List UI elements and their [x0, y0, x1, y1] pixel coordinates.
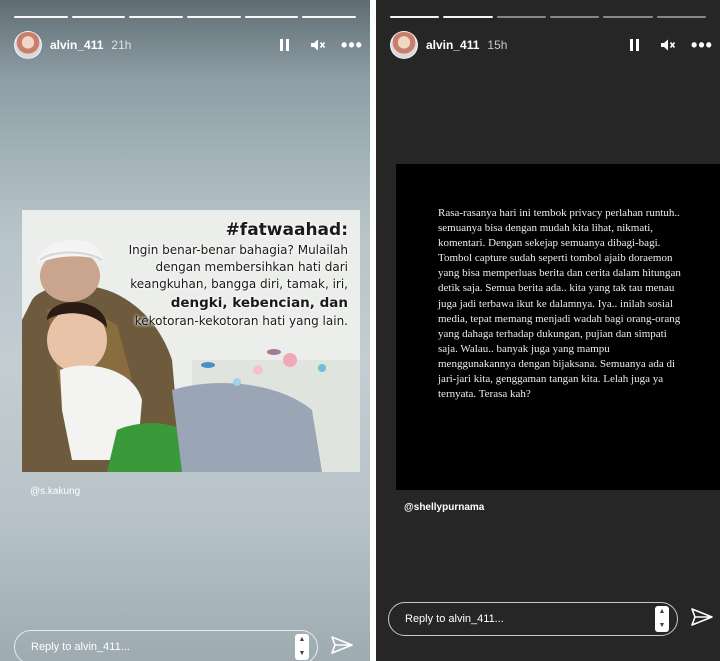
reply-placeholder: Reply to alvin_411...	[405, 613, 504, 625]
story-progress	[14, 16, 357, 18]
more-icon[interactable]: •••	[691, 36, 712, 54]
reply-placeholder: Reply to alvin_411...	[31, 641, 130, 653]
progress-segment	[496, 16, 546, 18]
quote-line: dengki, kebencian, dan	[170, 295, 348, 311]
reply-input[interactable]: Reply to alvin_411... ▲ ▼	[14, 630, 318, 661]
reply-bar: Reply to alvin_411... ▲ ▼	[14, 630, 356, 661]
pause-icon[interactable]	[626, 37, 642, 53]
shared-post-image: #fatwaahad: Ingin benar-benar bahagia? M…	[22, 210, 360, 472]
send-icon[interactable]	[330, 634, 356, 660]
quote-line: dengan membersihkan hati dari	[155, 260, 348, 274]
progress-segment	[549, 16, 600, 18]
progress-segment	[71, 16, 126, 18]
progress-segment	[187, 16, 241, 18]
quote-line: keangkuhan, bangga diri, tamak, iri,	[130, 277, 348, 291]
reply-input[interactable]: Reply to alvin_411... ▲ ▼	[388, 602, 678, 636]
progress-segment	[14, 16, 68, 18]
quote-text: #fatwaahad: Ingin benar-benar bahagia? M…	[98, 220, 348, 330]
mention-credit[interactable]: @s.kakung	[30, 486, 80, 497]
speaker-mute-icon[interactable]	[310, 37, 326, 53]
speaker-mute-icon[interactable]	[660, 37, 676, 53]
quote-line: Ingin benar-benar bahagia? Mulailah	[128, 243, 348, 257]
stories-comparison: alvin_411 21h ••• #fatwaahad: Ingin bena…	[0, 0, 720, 661]
quote-line: kekotoran-kekotoran hati yang lain.	[134, 314, 348, 328]
story-header: alvin_411 21h •••	[14, 30, 362, 60]
header-actions: •••	[276, 36, 362, 54]
avatar[interactable]	[390, 31, 418, 59]
story-header: alvin_411 15h •••	[390, 30, 712, 60]
post-time: 15h	[487, 38, 508, 52]
shared-post-text-card: Rasa-rasanya hari ini tembok privacy per…	[396, 164, 720, 490]
progress-segment	[656, 16, 706, 18]
send-icon[interactable]	[690, 606, 716, 632]
scroll-stepper[interactable]: ▲ ▼	[655, 606, 669, 632]
mention-credit[interactable]: @shellypurnama	[404, 502, 484, 513]
progress-segment	[244, 16, 299, 18]
username[interactable]: alvin_411	[50, 38, 103, 52]
scroll-stepper[interactable]: ▲ ▼	[295, 634, 309, 660]
post-time: 21h	[111, 38, 132, 52]
story-left[interactable]: alvin_411 21h ••• #fatwaahad: Ingin bena…	[0, 0, 370, 661]
progress-segment	[390, 16, 440, 18]
more-icon[interactable]: •••	[341, 36, 362, 54]
progress-segment	[603, 16, 653, 18]
username[interactable]: alvin_411	[426, 38, 479, 52]
reply-bar: Reply to alvin_411... ▲ ▼	[388, 602, 716, 636]
story-progress	[390, 16, 706, 18]
header-actions: •••	[626, 36, 712, 54]
post-body-text: Rasa-rasanya hari ini tembok privacy per…	[438, 207, 681, 401]
pause-icon[interactable]	[276, 37, 292, 53]
avatar[interactable]	[14, 31, 42, 59]
progress-segment	[302, 16, 357, 18]
progress-segment	[129, 16, 184, 18]
quote-hashtag: #fatwaahad:	[225, 220, 348, 240]
story-right[interactable]: alvin_411 15h ••• Rasa-rasanya hari ini …	[376, 0, 720, 661]
progress-segment	[443, 16, 493, 18]
